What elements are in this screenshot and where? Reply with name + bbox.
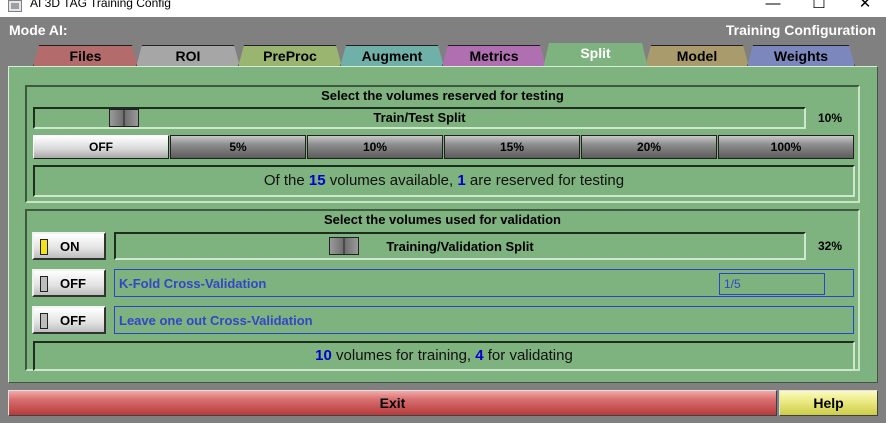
testing-info-text: Of the 15 volumes available, 1 are reser… [35,172,853,189]
tab-roi[interactable]: ROI [136,45,240,67]
info-middle: volumes available, [329,172,454,189]
train-validation-slider[interactable]: Training/Validation Split [114,232,806,260]
maximize-icon[interactable]: ☐ [796,0,842,16]
test-option-off[interactable]: OFF [33,135,169,159]
app-area: Mode AI: Training Configuration Files RO… [0,17,886,423]
split-page: Select the volumes reserved for testing … [8,66,878,383]
tab-model[interactable]: Model [645,45,749,67]
minimize-icon[interactable]: — [750,0,796,16]
kfold-label: K-Fold Cross-Validation [119,276,267,291]
validation-split-toggle[interactable]: ON [32,232,106,260]
loo-field: Leave one out Cross-Validation [114,306,854,334]
train-test-slider-label: Train/Test Split [373,110,466,125]
kfold-toggle[interactable]: OFF [32,269,106,297]
train-validation-slider-label: Training/Validation Split [386,239,534,254]
info-middle-validation: volumes for training, [336,347,472,364]
window-title-bar: AI 3D TAG Training Config — ☐ ✕ [0,0,886,17]
testing-info-box: Of the 15 volumes available, 1 are reser… [33,165,855,197]
train-validation-percent: 32% [817,239,842,253]
tab-split[interactable]: Split [543,43,648,68]
tab-weights[interactable]: Weights [747,45,855,67]
info-prefix: Of the [263,172,305,189]
test-option-20[interactable]: 20% [581,135,717,159]
exit-button[interactable]: Exit [8,390,777,416]
validation-info-text: 10 volumes for training, 4 for validatin… [35,347,853,364]
kfold-toggle-label: OFF [60,276,86,291]
validation-group: Select the volumes used for validation O… [25,209,860,371]
info-reserved-volumes: 1 [457,172,466,189]
info-suffix: are reserved for testing [469,172,625,189]
loo-toggle[interactable]: OFF [32,306,106,334]
window-title: AI 3D TAG Training Config [30,0,171,10]
tab-augment[interactable]: Augment [340,45,444,67]
test-option-10[interactable]: 10% [307,135,443,159]
validation-split-toggle-label: ON [60,239,80,254]
train-test-slider[interactable]: Train/Test Split [33,107,806,129]
mode-label: Mode AI: [9,22,68,38]
validation-group-title: Select the volumes used for validation [324,212,561,227]
kfold-field: K-Fold Cross-Validation 1/5 [114,269,854,297]
testing-group-title: Select the volumes reserved for testing [321,88,564,103]
info-validating-volumes: 4 [475,347,484,364]
tab-files[interactable]: Files [33,45,138,67]
toggle-led-icon [40,239,48,255]
app-icon [8,0,22,12]
section-title: Training Configuration [725,22,876,38]
info-total-volumes: 15 [308,172,326,189]
test-option-5[interactable]: 5% [170,135,306,159]
tab-preproc[interactable]: PreProc [238,45,342,67]
tab-metrics[interactable]: Metrics [442,45,546,67]
testing-group: Select the volumes reserved for testing … [25,85,860,203]
validation-info-box: 10 volumes for training, 4 for validatin… [33,341,855,371]
kfold-value[interactable]: 1/5 [719,273,825,295]
info-training-volumes: 10 [315,347,332,364]
test-option-15[interactable]: 15% [444,135,580,159]
toggle-led-icon [40,313,48,329]
loo-toggle-label: OFF [60,313,86,328]
close-icon[interactable]: ✕ [842,0,886,16]
toggle-led-icon [40,276,48,292]
info-suffix-validation: for validating [487,347,573,364]
train-test-percent: 10% [817,111,842,125]
help-button[interactable]: Help [779,390,878,416]
loo-label: Leave one out Cross-Validation [119,313,313,328]
test-option-100[interactable]: 100% [718,135,854,159]
